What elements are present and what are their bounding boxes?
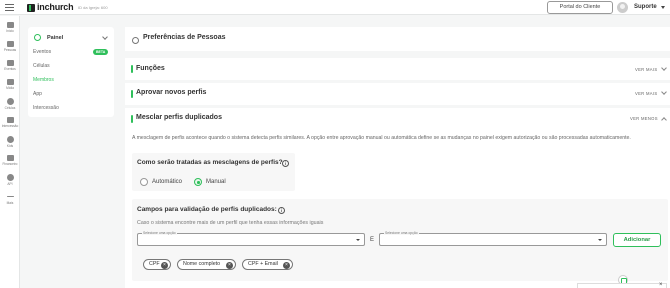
select-placeholder: Selecione uma opção [384,231,419,235]
intercession-icon [6,117,14,123]
remove-chip-icon[interactable]: × [226,261,233,269]
rail-label: API [7,182,13,186]
ver-mais-link[interactable]: VER MAIS [635,67,657,72]
rail-item-kids[interactable]: Kids [0,136,20,148]
kids-icon [6,136,14,143]
user-name[interactable]: Suporte [634,4,657,10]
rail-item-midia[interactable]: Mídia [0,79,20,90]
close-icon[interactable]: × [659,282,663,288]
section-accent-bar [131,65,133,73]
caret-down-icon [356,239,360,241]
rail-label: Pessoas [3,48,17,52]
chip-label: CPF + Email [248,261,278,267]
avatar[interactable] [617,2,628,13]
hamburger-menu-icon[interactable] [5,4,14,11]
user-menu-caret-icon[interactable] [661,6,665,9]
field-chip-cpf-email: CPF + Email × [242,259,293,270]
rail-label: Células [4,106,16,110]
portal-cliente-button[interactable]: Portal do Cliente [547,1,613,14]
help-icon[interactable]: i [278,207,285,214]
rail-item-pessoas[interactable]: Pessoas [0,41,20,52]
field-chip-cpf: CPF × [143,259,171,270]
chevron-up-icon[interactable] [661,117,667,123]
radio-label-manual[interactable]: Manual [206,179,226,185]
church-id: ID da Igreja: 600 [78,5,108,10]
rail-item-eventos[interactable]: Eventos [0,60,20,71]
rail-item-mais[interactable]: Mais [0,193,20,205]
rail-label: Financeiro [2,162,18,166]
and-label: E [370,237,375,243]
radio-manual[interactable] [194,178,202,186]
section-accent-bar [131,115,133,123]
rail-label: Kids [6,144,14,148]
caret-down-icon [598,239,602,241]
chevron-down-icon[interactable] [661,65,667,71]
merge-mode-box: Como serão tratadas as mesclagens de per… [132,153,295,191]
rail-item-financeiro[interactable]: Financeiro [0,155,20,166]
validation-fields-box: Campos para validação de perfis duplicad… [132,199,668,281]
rail-label: Mídia [6,86,14,90]
radio-automatico[interactable] [140,178,148,186]
finance-icon [6,155,14,161]
rail-label: Início [6,29,14,33]
home-icon [6,22,14,28]
fields-title: Campos para validação de perfis duplicad… [137,206,277,213]
radio-label-automatico[interactable]: Automático [152,179,182,185]
beta-badge: BETA [93,49,109,55]
rail-item-api[interactable]: API [0,174,20,186]
field-chip-nome-completo: Nome completo × [177,259,236,270]
submenu-item-app[interactable]: App [33,91,42,97]
select-placeholder: Selecione uma opção [142,231,177,235]
rail-item-intercessao[interactable]: Intercessão [0,117,20,128]
merge-mode-question: Como serão tratadas as mesclagens de per… [137,159,283,166]
settings-icon [132,37,139,44]
help-icon[interactable]: i [282,160,289,167]
rail-item-inicio[interactable]: Início [0,22,20,33]
section-accent-bar [131,90,133,98]
section-title: Mesclar perfis duplicados [136,114,222,121]
cells-icon [6,98,14,105]
ver-menos-link[interactable]: VER MENOS [630,116,658,121]
remove-chip-icon[interactable]: × [161,261,168,269]
section-title: Funções [136,65,165,72]
submenu-header[interactable]: Painel [28,32,114,44]
calendar-icon [6,60,14,66]
adicionar-button[interactable]: Adicionar [613,233,661,247]
field-select-2[interactable]: Selecione uma opção [379,231,607,246]
top-bar: inchurch ID da Igreja: 600 Portal do Cli… [0,0,670,15]
submenu-item-membros[interactable]: Membros [33,77,54,83]
chevron-down-icon[interactable] [661,89,667,95]
section-aprovar[interactable]: Aprovar novos perfis VER MAIS [125,83,670,105]
field-select-1[interactable]: Selecione uma opção [137,231,365,246]
rail-label: Eventos [4,67,16,71]
api-icon [6,174,14,181]
submenu-title: Painel [47,35,64,41]
submenu-panel: Painel Eventos BETA Células Membros App … [28,27,114,117]
nav-rail: Início Pessoas Eventos Mídia Células Int… [0,16,20,288]
mesclar-description: A mesclagem de perfis acontece quando o … [132,135,631,141]
rail-label: Intercessão [1,124,19,128]
section-title: Aprovar novos perfis [136,89,207,96]
chevron-down-icon[interactable] [102,34,108,40]
chip-label: Nome completo [183,261,221,267]
media-icon [6,79,14,85]
rail-label: Mais [6,201,14,205]
dashboard-icon [34,34,41,41]
page-title: Preferências de Pessoas [143,34,226,41]
fields-subtitle: Caso o sistema encontre mais de um perfi… [137,220,324,226]
remove-chip-icon[interactable]: × [283,261,290,269]
rail-item-celulas[interactable]: Células [0,98,20,110]
more-icon [6,196,14,197]
submenu-item-eventos[interactable]: Eventos [33,49,51,55]
popup-card [577,283,667,288]
ver-mais-link[interactable]: VER MAIS [635,91,657,96]
chip-label: CPF [149,261,160,267]
inchurch-logo-icon [27,4,35,12]
app-logo: inchurch [37,2,74,12]
submenu-item-celulas[interactable]: Células [33,63,50,69]
submenu-item-intercessao[interactable]: Intercessão [33,105,59,111]
people-icon [6,41,14,47]
preferences-header-card: Preferências de Pessoas [125,27,670,51]
section-funcoes[interactable]: Funções VER MAIS [125,58,670,80]
